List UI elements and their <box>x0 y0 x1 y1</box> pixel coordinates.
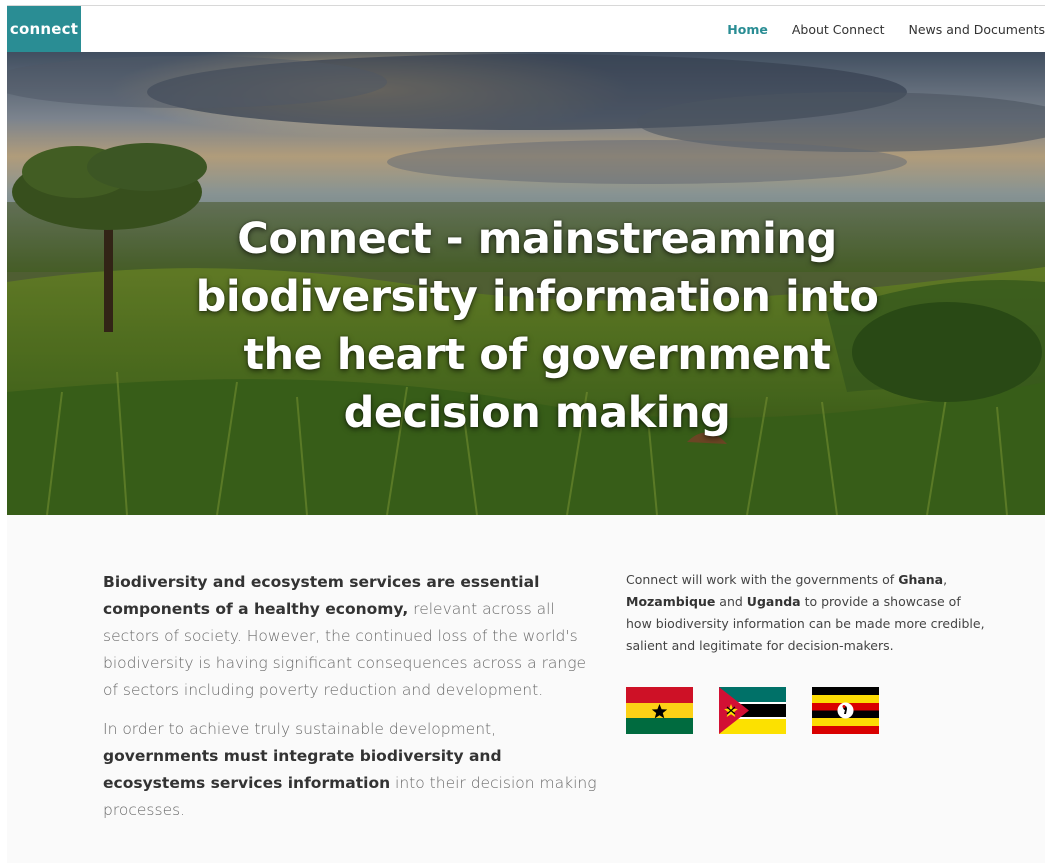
navbar: connect Home About Connect News and Docu… <box>7 6 1045 52</box>
countries-and: and <box>715 594 747 609</box>
intro-paragraph-1: Biodiversity and ecosystem services are … <box>103 569 598 704</box>
hero-title: Connect - mainstreaming biodiversity inf… <box>195 214 879 438</box>
main-menu: Home About Connect News and Documents <box>703 6 1045 52</box>
countries-sep: , <box>943 572 948 587</box>
nav-news-and-documents[interactable]: News and Documents <box>908 22 1045 37</box>
mozambique-flag-icon <box>719 687 786 734</box>
uganda-flag-icon <box>812 687 879 734</box>
intro-section: Biodiversity and ecosystem services are … <box>7 515 1045 863</box>
brand-logo[interactable]: connect <box>7 6 81 52</box>
country-ghana: Ghana <box>898 572 944 587</box>
countries-text-start: Connect will work with the governments o… <box>626 572 899 587</box>
nav-about-connect[interactable]: About Connect <box>792 22 885 37</box>
hero-banner: Connect - mainstreaming biodiversity inf… <box>7 52 1045 515</box>
country-flags <box>626 687 879 734</box>
intro-paragraph-2-start: In order to achieve truly sustainable de… <box>103 720 497 738</box>
intro-paragraph-2: In order to achieve truly sustainable de… <box>103 716 598 824</box>
countries-text: Connect will work with the governments o… <box>626 569 986 657</box>
nav-home[interactable]: Home <box>727 22 768 37</box>
ghana-flag-icon <box>626 687 693 734</box>
intro-text: Biodiversity and ecosystem services are … <box>103 569 598 836</box>
country-mozambique: Mozambique <box>626 594 716 609</box>
country-uganda: Uganda <box>746 594 801 609</box>
